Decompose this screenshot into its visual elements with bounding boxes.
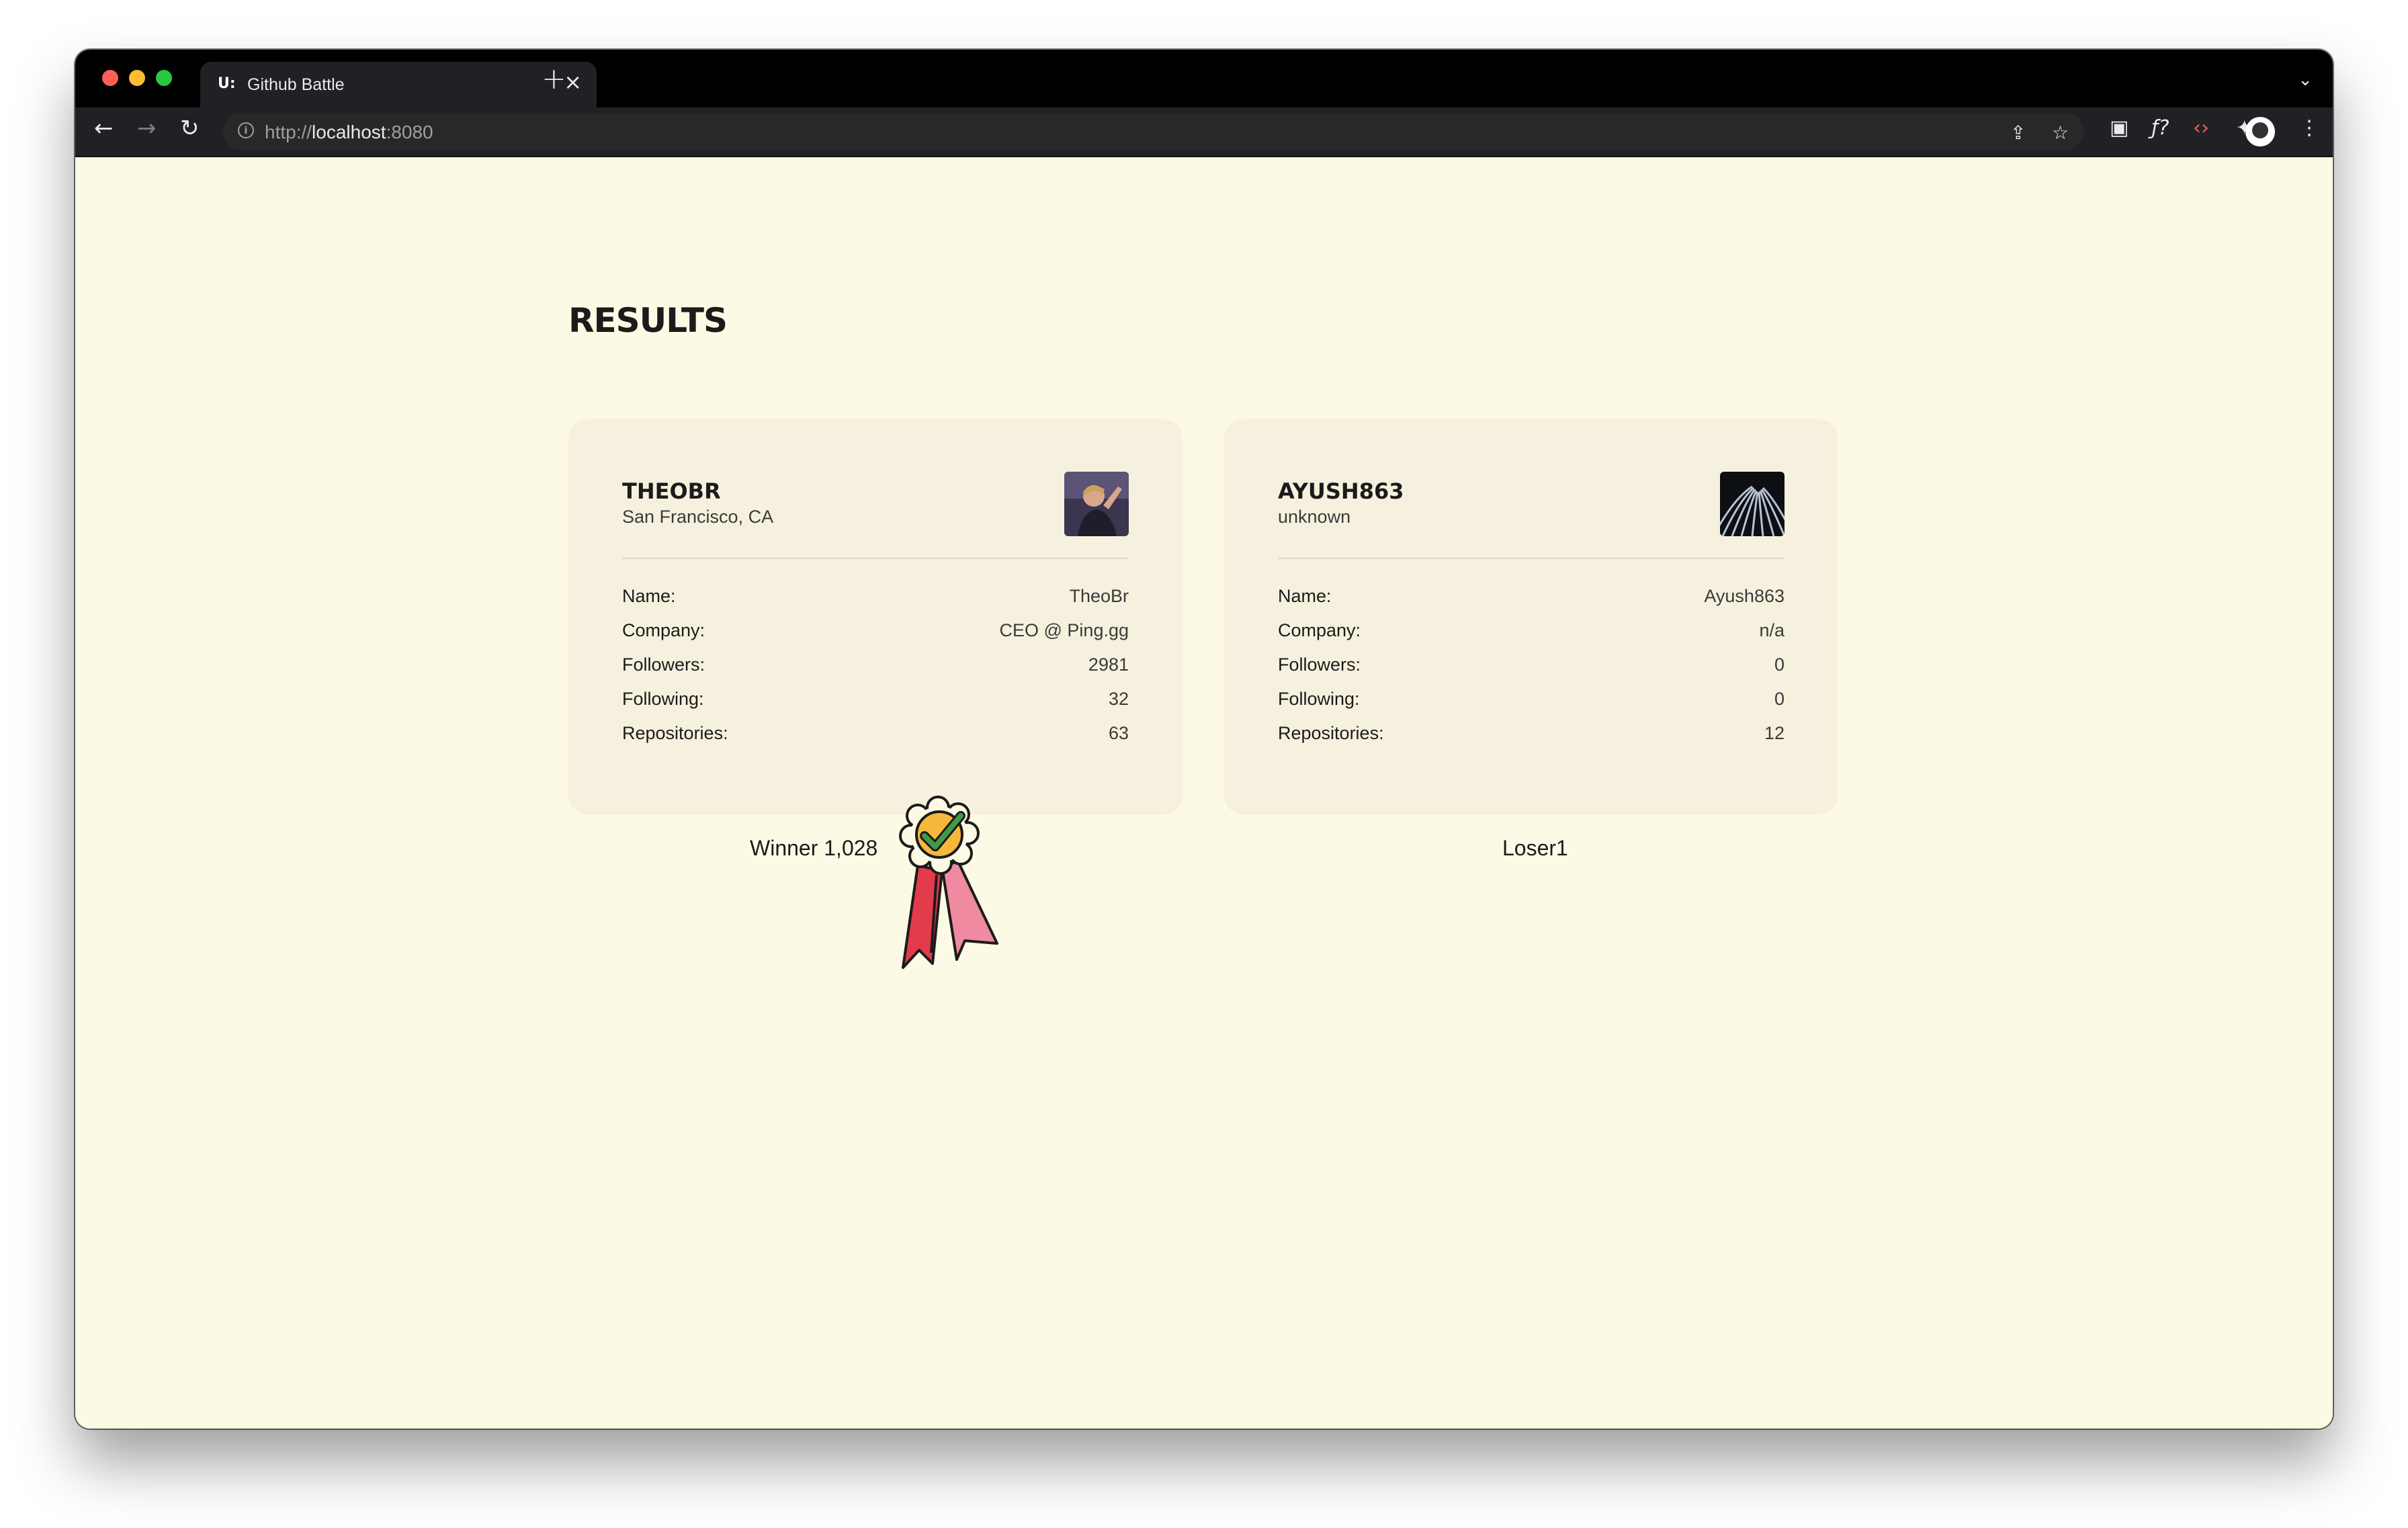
- tab-favicon: U:: [218, 75, 236, 92]
- player-location: unknown: [1278, 507, 1351, 527]
- card-divider: [622, 558, 1129, 559]
- stat-value: 12: [1764, 723, 1784, 743]
- forward-arrow-icon[interactable]: →: [137, 117, 157, 140]
- player-card-theobr: THEOBR San Francisco, CA Name: TheoBr Com…: [568, 419, 1182, 814]
- reload-icon[interactable]: ↻: [180, 117, 200, 140]
- stat-label: Company:: [622, 620, 705, 640]
- tab-search-chevron-icon[interactable]: ⌄: [2298, 70, 2313, 90]
- new-tab-button[interactable]: +: [542, 65, 566, 94]
- card-divider: [1278, 558, 1784, 559]
- stat-row-company: Company: CEO @ Ping.gg: [622, 620, 1129, 654]
- tab-bar: U: Github Battle × + ⌄: [75, 50, 2333, 108]
- maximize-window-button[interactable]: [156, 70, 172, 86]
- player-login: THEOBR: [622, 478, 721, 504]
- stat-row-repositories: Repositories: 63: [622, 723, 1129, 757]
- address-bar[interactable]: i http://localhost:8080 ⇪ ☆: [223, 113, 2084, 151]
- url-text: http://localhost:8080: [265, 122, 433, 143]
- stat-row-followers: Followers: 0: [1278, 654, 1784, 689]
- stat-value: 0: [1774, 654, 1784, 675]
- url-port: :8080: [386, 122, 433, 142]
- formula-icon[interactable]: ƒ?: [2151, 118, 2169, 138]
- stat-row-following: Following: 0: [1278, 689, 1784, 723]
- stat-label: Followers:: [622, 654, 705, 675]
- player-location: San Francisco, CA: [622, 507, 774, 527]
- avatar: [1720, 472, 1784, 536]
- stat-label: Company:: [1278, 620, 1361, 640]
- stat-row-company: Company: n/a: [1278, 620, 1784, 654]
- stat-value: TheoBr: [1069, 586, 1129, 606]
- player-stats: Name: Ayush863 Company: n/a Followers: 0 Fo…: [1278, 586, 1784, 757]
- profile-icon[interactable]: [2245, 117, 2275, 146]
- stat-label: Following:: [622, 689, 704, 709]
- winner-badge-icon: [899, 796, 998, 969]
- tab-title: Github Battle: [247, 75, 345, 94]
- stat-value: Ayush863: [1704, 586, 1784, 606]
- page-title: RESULTS: [568, 301, 728, 340]
- stat-label: Name:: [622, 586, 676, 606]
- share-icon[interactable]: ⇪: [2010, 124, 2026, 142]
- player-card-ayush863: AYUSH863 unknown Name: Ayush863 Company:…: [1224, 419, 1838, 814]
- url-scheme: http://: [265, 122, 312, 142]
- stat-value: 32: [1108, 689, 1129, 709]
- stat-value: 0: [1774, 689, 1784, 709]
- url-host: localhost: [312, 122, 386, 142]
- back-arrow-icon[interactable]: ←: [94, 117, 114, 140]
- minimize-window-button[interactable]: [129, 70, 145, 86]
- player-login: AYUSH863: [1278, 478, 1404, 504]
- stat-row-following: Following: 32: [622, 689, 1129, 723]
- notion-icon[interactable]: ▣: [2110, 118, 2128, 138]
- stat-label: Repositories:: [1278, 723, 1384, 743]
- winner-label: Winner 1,028: [750, 836, 878, 860]
- ayush863-avatar-image: [1720, 472, 1784, 536]
- code-icon[interactable]: ‹›: [2193, 118, 2209, 138]
- stat-row-repositories: Repositories: 12: [1278, 723, 1784, 757]
- stat-value: n/a: [1759, 620, 1784, 640]
- more-icon[interactable]: ⋮: [2299, 118, 2319, 138]
- stat-row-followers: Followers: 2981: [622, 654, 1129, 689]
- stat-value: 2981: [1088, 654, 1129, 675]
- stat-label: Name:: [1278, 586, 1332, 606]
- stat-row-name: Name: TheoBr: [622, 586, 1129, 620]
- stat-value: 63: [1108, 723, 1129, 743]
- theobr-avatar-image: [1064, 472, 1129, 536]
- results-page: RESULTS THEOBR San Francisco, CA Name: Th…: [75, 157, 2333, 1429]
- star-icon[interactable]: ☆: [2052, 124, 2069, 142]
- stat-label: Following:: [1278, 689, 1360, 709]
- stat-row-name: Name: Ayush863: [1278, 586, 1784, 620]
- player-stats: Name: TheoBr Company: CEO @ Ping.gg Follow…: [622, 586, 1129, 757]
- avatar: [1064, 472, 1129, 536]
- tab-github-battle[interactable]: U: Github Battle ×: [200, 62, 597, 108]
- stat-label: Repositories:: [622, 723, 728, 743]
- loser-label: Loser1: [1502, 836, 1568, 860]
- tab-close-icon[interactable]: ×: [564, 71, 582, 93]
- browser-window: U: Github Battle × + ⌄ ← → ↻ i http://lo…: [75, 50, 2333, 1429]
- info-icon[interactable]: i: [238, 122, 254, 138]
- close-window-button[interactable]: [102, 70, 118, 86]
- stat-label: Followers:: [1278, 654, 1361, 675]
- browser-toolbar: ← → ↻ i http://localhost:8080 ⇪ ☆ ▣ ƒ? ‹…: [75, 108, 2333, 157]
- stat-value: CEO @ Ping.gg: [999, 620, 1129, 640]
